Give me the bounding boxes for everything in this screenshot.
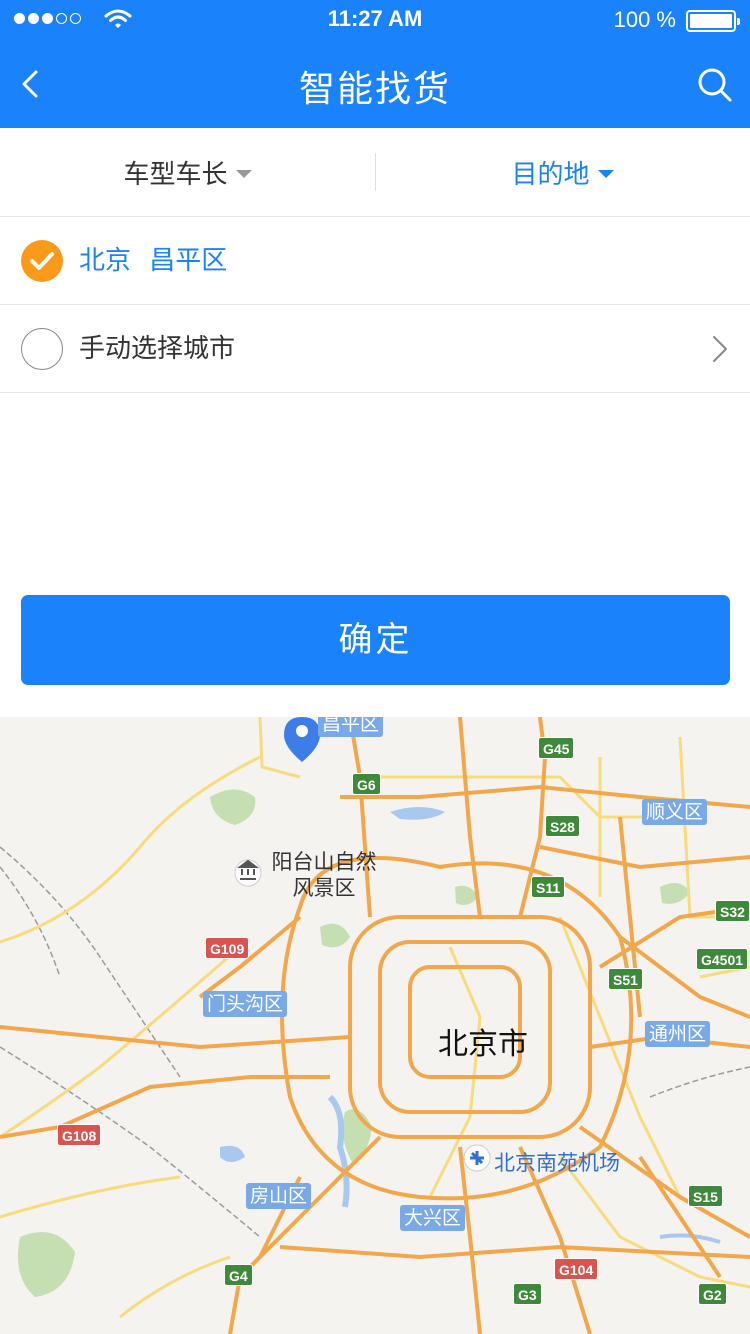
highway-shield: G6 (352, 773, 381, 795)
highway-shield: S11 (531, 876, 566, 898)
filter-bar: 车型车长 目的地 (0, 128, 750, 217)
destination-filter[interactable]: 目的地 (375, 128, 750, 217)
highway-shield: S51 (608, 968, 643, 990)
highway-shield: G45 (538, 737, 575, 759)
highway-shield: G3 (513, 1283, 542, 1305)
highway-shield: G104 (554, 1258, 599, 1280)
search-button[interactable] (694, 62, 734, 106)
checkmark-icon (30, 252, 54, 270)
battery-percentage: 100 % (613, 7, 676, 32)
status-bar: 11:27 AM 100 % (0, 0, 750, 40)
district-label: 门头沟区 (203, 991, 288, 1017)
city-label: 北京市 (438, 1027, 528, 1062)
highway-shield: G2 (698, 1283, 727, 1305)
park-poi-label: 阳台山自然 风景区 (271, 850, 377, 900)
top-bar: 11:27 AM 100 % 智能找货 (0, 0, 750, 128)
airport-poi-label: 北京南苑机场 (494, 1151, 620, 1175)
caret-down-icon (235, 169, 252, 178)
option-label: 北京 昌平区 (79, 246, 228, 276)
option-label: 手动选择城市 (79, 334, 236, 364)
highway-shield: G109 (205, 937, 250, 959)
option-current-location[interactable]: 北京 昌平区 (0, 217, 750, 305)
smart-cargo-finder-screen: 11:27 AM 100 % 智能找货 车型车长 目的地 北京 昌平区 手动选择… (0, 0, 750, 1334)
page-title: 智能找货 (298, 69, 451, 110)
district-label: 顺义区 (642, 799, 708, 825)
map-roads (0, 717, 750, 1334)
vehicle-type-filter-label: 车型车长 (123, 160, 228, 190)
confirm-button[interactable]: 确定 (21, 595, 730, 685)
highway-shield: G4501 (696, 948, 749, 970)
radio-checked[interactable] (21, 240, 63, 282)
radio-unchecked[interactable] (21, 328, 63, 370)
vehicle-type-filter[interactable]: 车型车长 (0, 128, 375, 217)
district-label: 房山区 (246, 1183, 312, 1209)
highway-shield: G4 (224, 1264, 253, 1286)
destination-filter-label: 目的地 (511, 160, 590, 190)
highway-shield: S32 (715, 900, 750, 922)
battery-icon (686, 10, 740, 32)
caret-down-icon (597, 169, 614, 178)
district-label: 大兴区 (400, 1205, 466, 1231)
district-label: 昌平区 (318, 717, 384, 737)
highway-shield: G108 (57, 1124, 102, 1146)
option-manual-city[interactable]: 手动选择城市 (0, 305, 750, 393)
highway-shield: S28 (545, 815, 580, 837)
highway-shield: S15 (688, 1185, 723, 1207)
map-view[interactable]: 昌平区 顺义区 门头沟区 通州区 房山区 大兴区 北京市 阳台山自然 风景区 北… (0, 717, 750, 1334)
district-label: 通州区 (645, 1021, 711, 1047)
chevron-right-icon (713, 336, 727, 362)
